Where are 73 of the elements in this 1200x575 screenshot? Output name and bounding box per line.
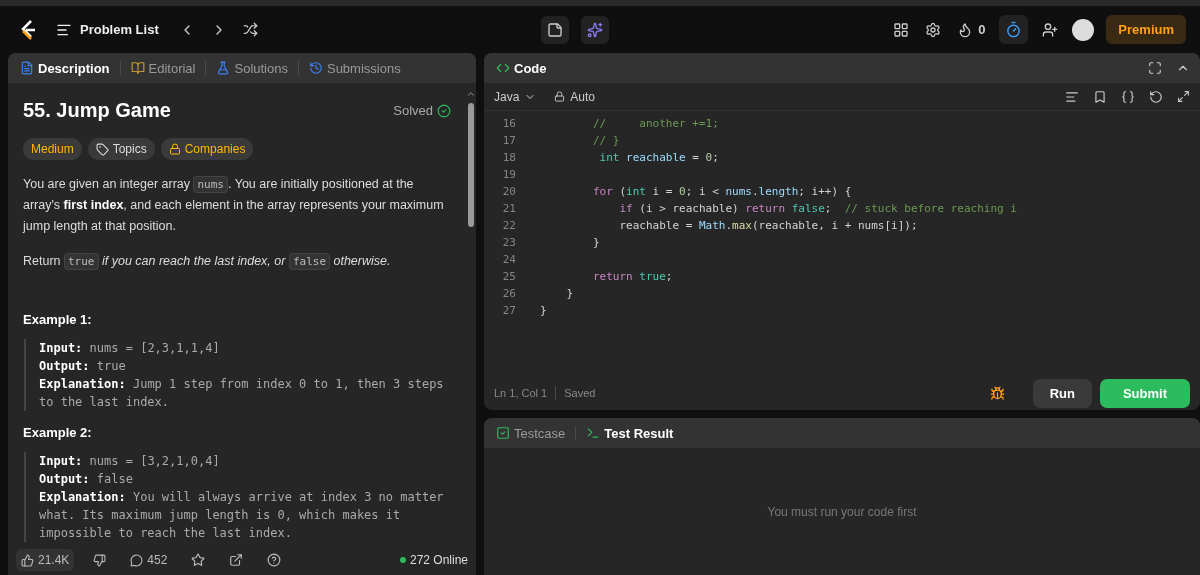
line-number: 20 xyxy=(501,184,517,200)
tag-chip[interactable]: Medium xyxy=(23,138,82,160)
line-number: 27 xyxy=(501,303,517,319)
panel-tab[interactable]: Test Result xyxy=(582,425,678,441)
line-number: 23 xyxy=(501,235,517,251)
check-circle-icon xyxy=(437,103,451,118)
tag-chip[interactable]: Companies xyxy=(160,138,254,160)
code-line: } xyxy=(591,235,600,251)
example-block: Input: nums = [3,2,1,0,4] Output: false Explanation: You will always arrive at index 3 no matter what. Its maximum jump length is 0, which makes it impossible to reach the last index. xyxy=(24,452,451,542)
language-select[interactable]: Java xyxy=(492,87,539,106)
cursor-position: Ln 1, Col 1 xyxy=(494,387,548,399)
line-number: 16 xyxy=(501,116,517,132)
code-tab[interactable]: Code xyxy=(492,60,551,76)
description-paragraph: Return true if you can reach the last index, or false otherwise. xyxy=(23,252,392,272)
timer-icon[interactable] xyxy=(999,15,1029,44)
problem-title: 55. Jump Game xyxy=(23,99,171,122)
code-line: int reachable = 0; xyxy=(598,150,719,166)
lock-icon xyxy=(168,143,181,155)
tab-icon xyxy=(308,61,323,75)
line-number: 22 xyxy=(501,218,517,234)
tab-icon xyxy=(216,61,231,75)
line-number: 19 xyxy=(501,167,517,183)
sparkles-icon[interactable] xyxy=(581,15,610,44)
lock-icon xyxy=(554,91,566,102)
save-status: Saved xyxy=(564,387,596,399)
tab-icon xyxy=(130,61,145,75)
comment-icon xyxy=(130,553,144,567)
avatar[interactable] xyxy=(1072,18,1095,41)
panel-tab[interactable]: Submissions xyxy=(304,60,405,76)
panel-tab[interactable]: Testcase xyxy=(492,425,570,441)
scrollbar-thumb[interactable] xyxy=(468,103,474,227)
checkbox-icon xyxy=(496,426,510,440)
streak-counter[interactable]: 0 xyxy=(955,19,988,40)
mode-select[interactable]: Auto xyxy=(552,87,598,106)
code-line: for (int i = 0; i < nums.length; i++) { xyxy=(591,184,852,200)
problem-list-link[interactable]: Problem List xyxy=(50,20,165,39)
tag-icon xyxy=(95,142,109,156)
code-line: } xyxy=(540,303,547,319)
example-heading: Example 2: xyxy=(23,425,93,440)
fullscreen-icon[interactable] xyxy=(1146,59,1164,77)
line-number: 24 xyxy=(501,252,517,268)
empty-message: You must run your code first xyxy=(767,504,917,519)
line-number: 21 xyxy=(501,201,517,217)
code-line: } xyxy=(565,286,574,302)
tab-icon xyxy=(20,61,34,75)
example-block: Input: nums = [2,3,1,1,4] Output: true Explanation: Jump 1 step from index 0 to 1, then 3 steps to the last index. xyxy=(24,339,451,411)
note-icon[interactable] xyxy=(541,15,570,44)
code-icon xyxy=(496,61,510,75)
line-number: 17 xyxy=(501,133,517,149)
panel-tab[interactable]: Solutions xyxy=(212,60,292,76)
panel-tab[interactable]: Description xyxy=(16,60,114,76)
code-line: reachable = Math.max(reachable, i + nums[i]); xyxy=(618,218,918,234)
comments-button[interactable]: 452 xyxy=(125,549,173,571)
solved-status: Solved xyxy=(393,103,451,118)
terminal-icon xyxy=(586,426,601,440)
line-number: 25 xyxy=(501,269,517,285)
description-paragraph: You are given an integer array nums . You are initially positioned at the array's first index, and each element in the array represents your maximum jump length at that position. xyxy=(23,175,445,235)
scroll-up-icon[interactable] xyxy=(466,89,476,99)
expand-icon[interactable] xyxy=(1175,88,1192,105)
code-line: return true; xyxy=(591,269,673,285)
online-count: 272 Online xyxy=(399,553,468,567)
line-number: 18 xyxy=(501,150,517,166)
code-line: // another +=1; xyxy=(591,116,719,132)
line-number: 26 xyxy=(501,286,517,302)
example-heading: Example 1: xyxy=(23,312,93,327)
code-line: if (i > reachable) return false; // stuck before reaching i xyxy=(618,201,1017,217)
run-button[interactable]: Run xyxy=(1032,378,1092,408)
premium-button[interactable]: Premium xyxy=(1106,15,1186,44)
like-button[interactable]: 21.4K xyxy=(16,549,75,571)
tag-chip[interactable]: Topics xyxy=(87,138,155,160)
thumbs-up-icon xyxy=(21,553,34,567)
panel-tab[interactable]: Editorial xyxy=(126,60,200,76)
code-line: // } xyxy=(591,133,620,149)
